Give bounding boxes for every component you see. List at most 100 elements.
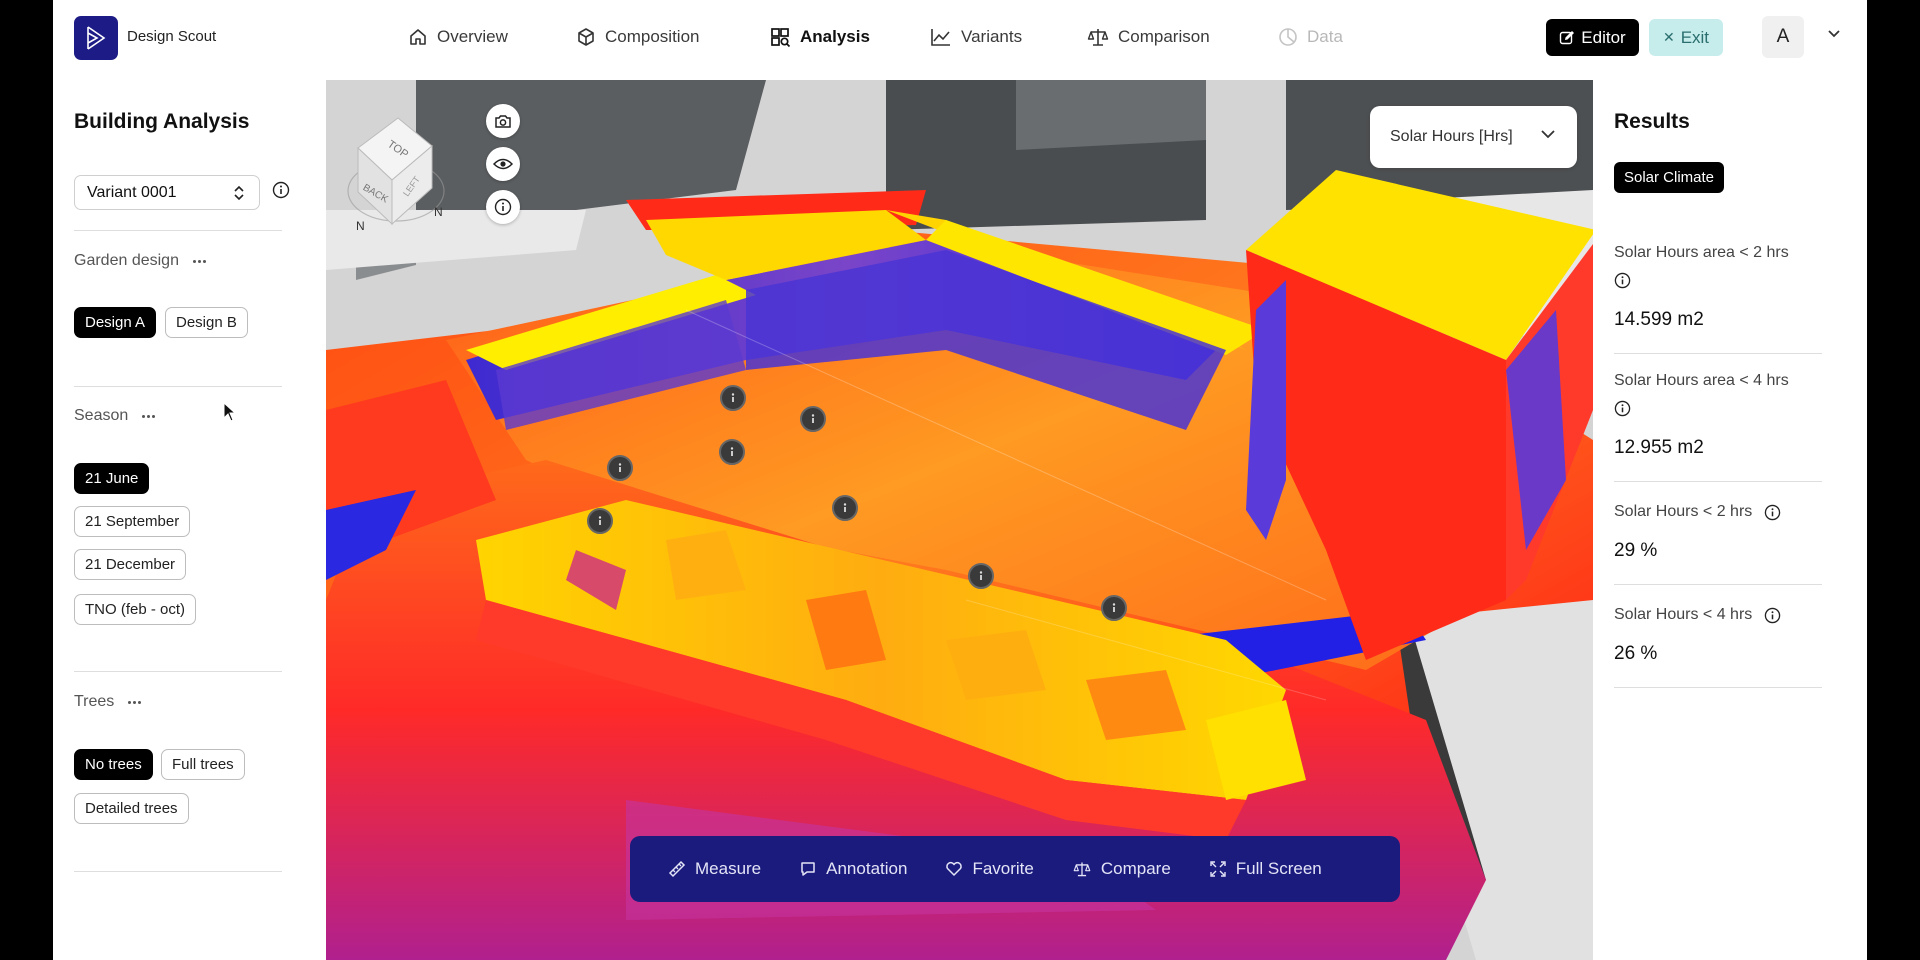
3d-viewport[interactable]: TOP BACK LEFT N N Solar Hours [Hrs] Meas… bbox=[326, 80, 1593, 960]
trees-option-full[interactable]: Full trees bbox=[161, 749, 245, 780]
info-icon bbox=[494, 198, 512, 216]
cube-icon bbox=[578, 28, 594, 46]
divider bbox=[1614, 584, 1822, 585]
trees-option-none[interactable]: No trees bbox=[74, 749, 153, 780]
ruler-icon bbox=[668, 860, 686, 878]
info-icon[interactable] bbox=[1764, 504, 1781, 521]
nav-analysis[interactable]: Analysis bbox=[769, 24, 870, 50]
more-icon[interactable] bbox=[192, 259, 206, 263]
variant-select[interactable]: Variant 0001 bbox=[74, 175, 260, 210]
mouse-cursor-icon bbox=[223, 402, 237, 422]
nav-analysis-label: Analysis bbox=[800, 27, 870, 46]
home-icon bbox=[410, 29, 426, 45]
info-icon[interactable] bbox=[1614, 400, 1631, 417]
annotation-button-label: Annotation bbox=[826, 859, 908, 878]
metric-label: Solar Hours < 4 hrs bbox=[1614, 606, 1781, 624]
info-icon bbox=[618, 463, 622, 472]
info-icon bbox=[730, 447, 734, 456]
info-icon[interactable] bbox=[1764, 607, 1781, 624]
compare-button-label: Compare bbox=[1100, 859, 1171, 878]
annotation-marker[interactable] bbox=[968, 563, 994, 589]
favorite-button[interactable]: Favorite bbox=[945, 859, 1034, 879]
metric-value: 26 % bbox=[1614, 643, 1658, 664]
season-option-21-september[interactable]: 21 September bbox=[74, 506, 191, 537]
compare-button[interactable]: Compare bbox=[1072, 859, 1171, 879]
exit-button-label: Exit bbox=[1680, 27, 1710, 47]
comment-icon bbox=[801, 862, 815, 876]
left-panel: Building Analysis Variant 0001 Garden de… bbox=[53, 80, 326, 960]
info-icon[interactable] bbox=[1614, 272, 1631, 289]
results-title: Results bbox=[1614, 110, 1690, 133]
logo-mark-icon bbox=[87, 26, 106, 50]
nav-variants-label: Variants bbox=[961, 27, 1023, 46]
favorite-button-label: Favorite bbox=[972, 859, 1034, 878]
compass-label: N bbox=[434, 205, 443, 219]
scale-icon bbox=[1087, 29, 1109, 46]
top-bar: Design Scout Overview Composition Analys… bbox=[53, 0, 1867, 80]
garden-option-design-b[interactable]: Design B bbox=[165, 307, 248, 338]
annotation-button[interactable]: Annotation bbox=[799, 859, 907, 879]
annotation-marker[interactable] bbox=[800, 406, 826, 432]
trees-option-detailed[interactable]: Detailed trees bbox=[74, 793, 189, 824]
info-icon bbox=[731, 393, 735, 402]
metric-dropdown[interactable]: Solar Hours [Hrs] bbox=[1370, 106, 1577, 168]
divider bbox=[74, 871, 282, 872]
metric-value: 29 % bbox=[1614, 540, 1658, 561]
divider bbox=[74, 386, 282, 387]
more-icon[interactable] bbox=[128, 700, 142, 704]
metric-label: Solar Hours < 2 hrs bbox=[1614, 503, 1781, 521]
exit-button[interactable]: ✕ Exit bbox=[1649, 19, 1723, 56]
annotation-marker[interactable] bbox=[719, 439, 745, 465]
metric-dropdown-value: Solar Hours [Hrs] bbox=[1390, 128, 1513, 145]
panel-title: Building Analysis bbox=[74, 110, 250, 133]
nav-variants[interactable]: Variants bbox=[930, 24, 1022, 50]
trees-label: Trees bbox=[74, 693, 142, 711]
nav-comparison[interactable]: Comparison bbox=[1087, 24, 1210, 50]
season-label: Season bbox=[74, 407, 156, 425]
editor-button-label: Editor bbox=[1581, 27, 1626, 47]
app-logo[interactable] bbox=[74, 16, 118, 60]
fullscreen-icon bbox=[1210, 861, 1226, 877]
season-option-tno[interactable]: TNO (feb - oct) bbox=[74, 594, 197, 625]
info-button[interactable] bbox=[486, 190, 520, 224]
results-panel: Results Solar Climate Solar Hours area <… bbox=[1593, 80, 1867, 960]
annotation-marker[interactable] bbox=[720, 385, 746, 411]
heart-icon bbox=[946, 861, 963, 876]
compass-north: N bbox=[356, 219, 365, 233]
annotation-marker[interactable] bbox=[832, 495, 858, 521]
more-icon[interactable] bbox=[142, 414, 156, 418]
garden-option-design-a[interactable]: Design A bbox=[74, 307, 157, 338]
app-frame: Design Scout Overview Composition Analys… bbox=[53, 0, 1867, 960]
scale-icon bbox=[1073, 862, 1091, 877]
annotation-marker[interactable] bbox=[1101, 595, 1127, 621]
nav-composition-label: Composition bbox=[605, 27, 700, 46]
edit-icon bbox=[1560, 30, 1575, 44]
metric-label: Solar Hours area < 2 hrs bbox=[1614, 244, 1789, 261]
view-cube[interactable]: TOP BACK LEFT N N bbox=[346, 96, 456, 251]
nav-composition[interactable]: Composition bbox=[576, 24, 700, 50]
screenshot-button[interactable] bbox=[486, 104, 520, 138]
info-icon bbox=[843, 503, 847, 512]
close-icon: ✕ bbox=[1662, 29, 1675, 45]
info-icon[interactable] bbox=[272, 181, 290, 199]
app-brand: Design Scout bbox=[127, 28, 217, 45]
chevron-down-icon[interactable] bbox=[1828, 30, 1840, 38]
nav-data-label: Data bbox=[1307, 27, 1343, 46]
fullscreen-button-label: Full Screen bbox=[1235, 859, 1322, 878]
analysis-icon bbox=[771, 28, 791, 48]
viewport-toolbar: Measure Annotation Favorite Compare Full… bbox=[630, 836, 1400, 902]
visibility-button[interactable] bbox=[486, 147, 520, 181]
season-option-21-december[interactable]: 21 December bbox=[74, 549, 187, 580]
info-icon bbox=[598, 516, 602, 525]
annotation-marker[interactable] bbox=[607, 455, 633, 481]
user-avatar[interactable]: A bbox=[1762, 16, 1804, 58]
annotation-marker[interactable] bbox=[587, 508, 613, 534]
divider bbox=[1614, 353, 1822, 354]
season-option-21-june[interactable]: 21 June bbox=[74, 463, 150, 494]
nav-overview[interactable]: Overview bbox=[408, 24, 508, 50]
solar-climate-badge[interactable]: Solar Climate bbox=[1614, 162, 1725, 193]
fullscreen-button[interactable]: Full Screen bbox=[1209, 859, 1322, 879]
editor-button[interactable]: Editor bbox=[1546, 19, 1639, 56]
measure-button[interactable]: Measure bbox=[668, 859, 761, 879]
camera-icon bbox=[495, 115, 511, 128]
